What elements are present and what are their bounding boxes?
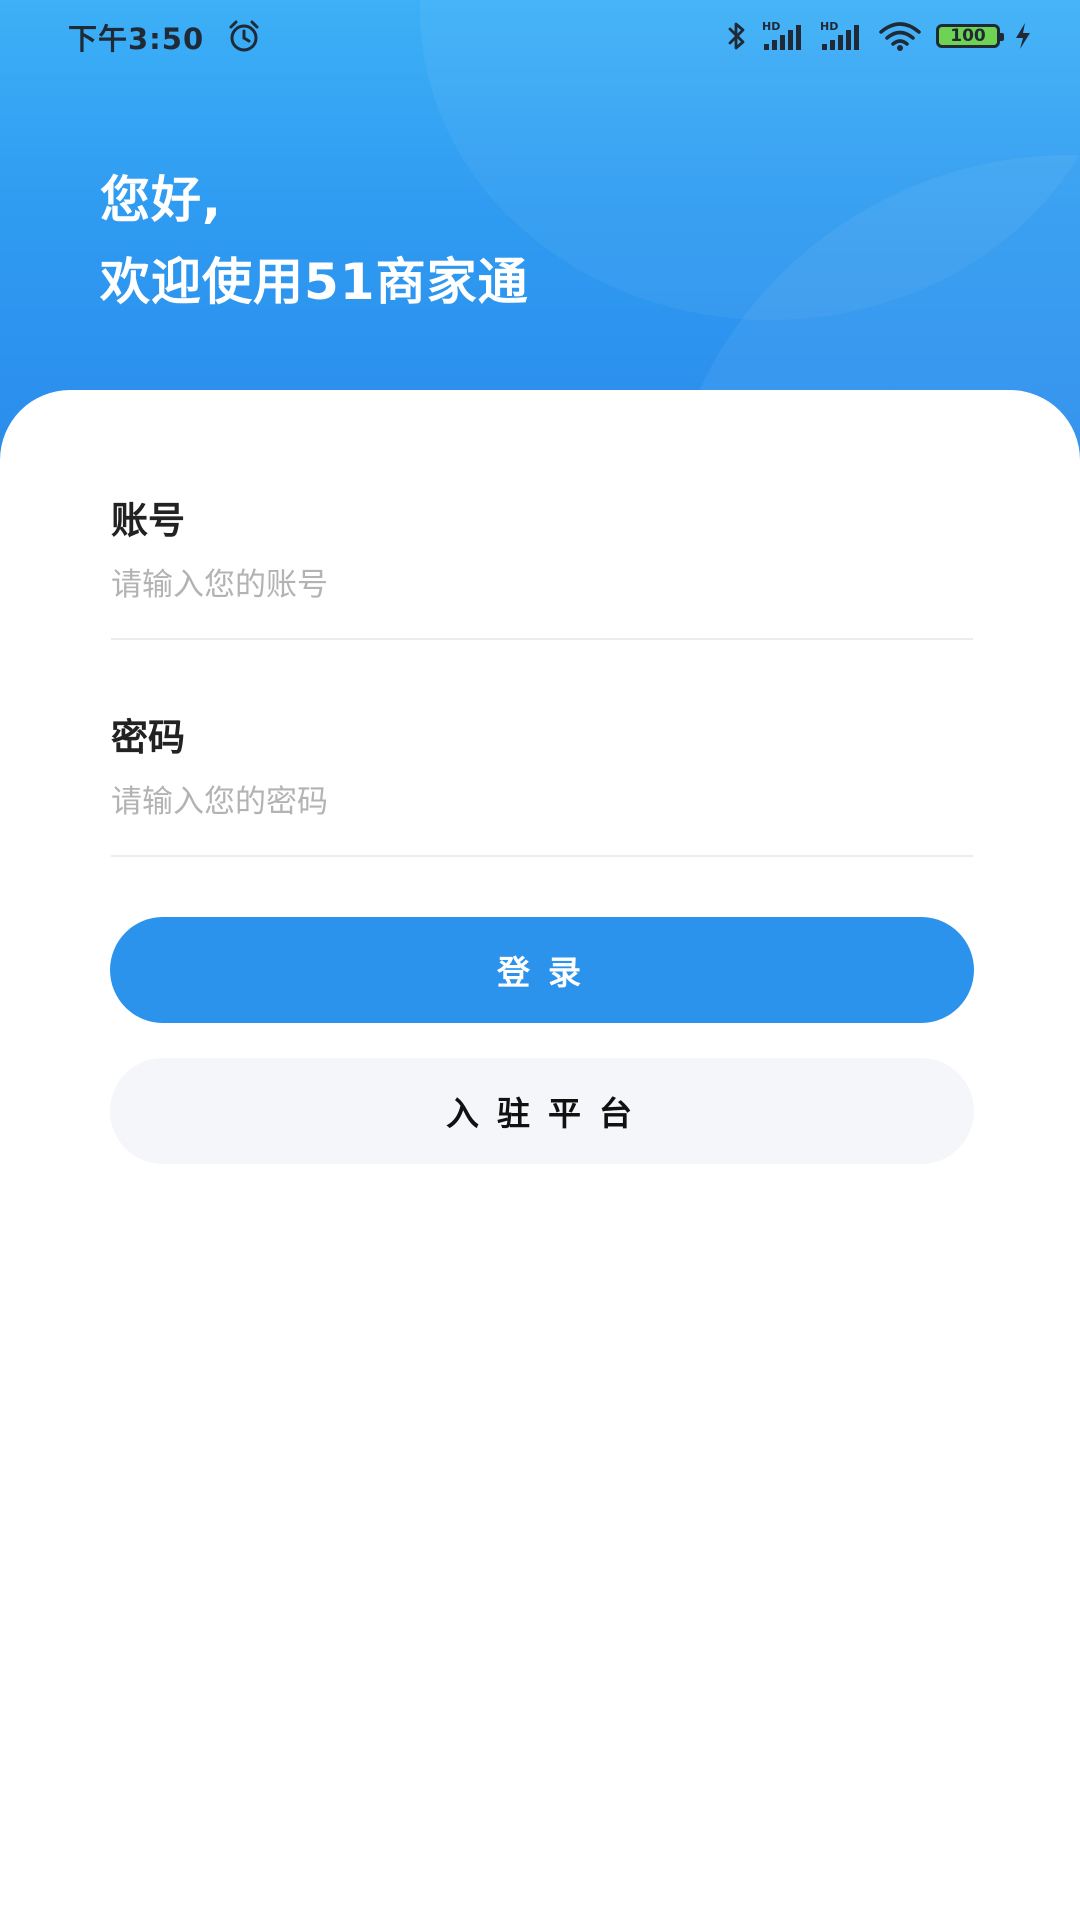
greeting-title: 您好, xyxy=(100,171,222,229)
password-label: 密码 xyxy=(111,716,185,759)
status-icons: HD HD 100 xyxy=(726,18,1032,54)
svg-text:HD: HD xyxy=(820,20,838,33)
account-label: 账号 xyxy=(111,499,185,542)
join-platform-button[interactable]: 入驻平台 xyxy=(110,1058,974,1164)
battery-icon: 100 xyxy=(936,24,1004,48)
login-screen: 下午3:50 HD HD 100 您好, 欢迎使用51商家通 账号 请输入您的账… xyxy=(0,0,1080,1920)
wifi-icon xyxy=(878,20,922,52)
charging-icon xyxy=(1014,22,1032,50)
alarm-icon xyxy=(226,18,262,54)
account-divider xyxy=(111,638,973,640)
signal-hd-icon: HD xyxy=(820,20,864,52)
battery-level: 100 xyxy=(950,25,986,46)
password-divider xyxy=(111,855,973,857)
bluetooth-icon xyxy=(726,20,748,52)
welcome-title: 欢迎使用51商家通 xyxy=(100,253,529,311)
password-input[interactable] xyxy=(111,772,973,832)
signal-hd-icon: HD xyxy=(762,20,806,52)
account-input[interactable] xyxy=(111,555,973,615)
status-time: 下午3:50 xyxy=(68,22,205,56)
login-button[interactable]: 登录 xyxy=(110,917,974,1023)
svg-text:HD: HD xyxy=(762,20,780,33)
status-bar: 下午3:50 HD HD 100 xyxy=(0,0,1080,72)
